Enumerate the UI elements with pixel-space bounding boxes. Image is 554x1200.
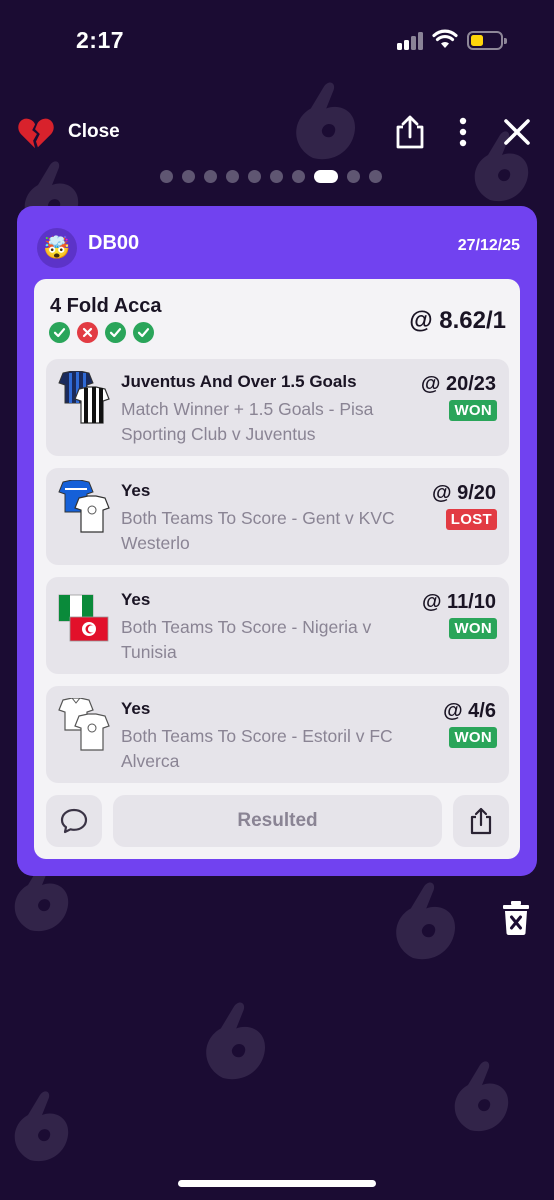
chat-bubble-icon <box>60 808 88 834</box>
bet-card: 🤯 DB00 27/12/25 4 Fold Acca @ 8.62/1 Juv… <box>17 206 537 876</box>
leg-description: Both Teams To Score - Gent v KVC Westerl… <box>121 508 395 553</box>
avatar[interactable]: 🤯 <box>37 228 77 268</box>
page-indicator <box>160 169 382 183</box>
more-icon[interactable] <box>452 116 474 150</box>
page-dot-active[interactable] <box>314 169 338 183</box>
status-badge: WON <box>449 400 497 421</box>
ok-hand-icon <box>454 1061 509 1132</box>
status-badge: WON <box>449 727 497 748</box>
page-dot[interactable] <box>270 169 283 183</box>
resulted-button[interactable]: Resulted <box>113 795 442 847</box>
page-dot[interactable] <box>160 169 173 183</box>
ok-hand-icon <box>206 1002 265 1080</box>
page-dot[interactable] <box>369 169 382 183</box>
leg-odds: @ 4/6 <box>443 700 496 722</box>
comment-button[interactable] <box>46 795 102 847</box>
bet-leg[interactable]: Yes Both Teams To Score - Nigeria v Tuni… <box>46 577 509 674</box>
share-icon[interactable] <box>394 114 426 150</box>
leg-odds: @ 9/20 <box>432 482 496 504</box>
bet-slip: 4 Fold Acca @ 8.62/1 Juventus And Over 1… <box>34 279 520 859</box>
page-dot[interactable] <box>347 169 360 183</box>
cellular-signal-icon <box>397 32 427 50</box>
result-won-icon <box>133 322 154 343</box>
result-won-icon <box>49 322 70 343</box>
gent-westerlo-shirts-icon <box>58 480 110 533</box>
close-label[interactable]: Close <box>68 121 120 143</box>
leg-results <box>49 322 154 343</box>
nigeria-tunisia-flags-icon <box>58 594 109 642</box>
page-dot[interactable] <box>182 169 195 183</box>
pisa-juventus-shirts-icon <box>58 371 110 424</box>
leg-description: Match Winner + 1.5 Goals - Pisa Sporting… <box>121 399 374 444</box>
share-icon <box>470 807 492 835</box>
bet-leg[interactable]: Yes Both Teams To Score - Estoril v FC A… <box>46 686 509 783</box>
leg-selection: Yes <box>121 481 151 500</box>
bet-odds: @ 8.62/1 <box>409 307 506 334</box>
leg-description: Both Teams To Score - Estoril v FC Alver… <box>121 726 393 771</box>
estoril-alverca-shirts-icon <box>58 698 110 751</box>
leg-odds: @ 11/10 <box>421 591 496 613</box>
battery-icon <box>467 31 507 50</box>
leg-selection: Juventus And Over 1.5 Goals <box>121 372 357 391</box>
status-badge: WON <box>449 618 497 639</box>
status-bar: 2:17 <box>0 0 554 80</box>
page-dot[interactable] <box>226 169 239 183</box>
broken-heart-icon[interactable] <box>17 114 55 152</box>
share-button[interactable] <box>453 795 509 847</box>
username[interactable]: DB00 <box>88 232 139 255</box>
leg-odds: @ 20/23 <box>420 373 496 395</box>
wifi-icon <box>432 29 458 48</box>
leg-selection: Yes <box>121 699 151 718</box>
bet-actions: Resulted <box>46 795 509 847</box>
page-dot[interactable] <box>204 169 217 183</box>
home-indicator[interactable] <box>178 1180 376 1187</box>
page-dot[interactable] <box>292 169 305 183</box>
leg-description: Both Teams To Score - Nigeria v Tunisia <box>121 617 372 662</box>
bet-leg[interactable]: Juventus And Over 1.5 Goals Match Winner… <box>46 359 509 456</box>
result-lost-icon <box>77 322 98 343</box>
ok-hand-icon <box>14 1091 69 1162</box>
status-time: 2:17 <box>76 27 125 53</box>
leg-selection: Yes <box>121 590 151 609</box>
bet-leg[interactable]: Yes Both Teams To Score - Gent v KVC Wes… <box>46 468 509 565</box>
delete-icon[interactable] <box>502 900 530 936</box>
page-dot[interactable] <box>248 169 261 183</box>
top-bar: Close <box>0 110 554 160</box>
ok-hand-icon <box>396 882 455 960</box>
status-badge: LOST <box>445 509 497 530</box>
card-header: 🤯 DB00 27/12/25 <box>17 206 537 278</box>
bet-date: 27/12/25 <box>457 237 520 254</box>
result-won-icon <box>105 322 126 343</box>
close-icon[interactable] <box>503 118 531 146</box>
bet-title: 4 Fold Acca <box>50 295 162 317</box>
